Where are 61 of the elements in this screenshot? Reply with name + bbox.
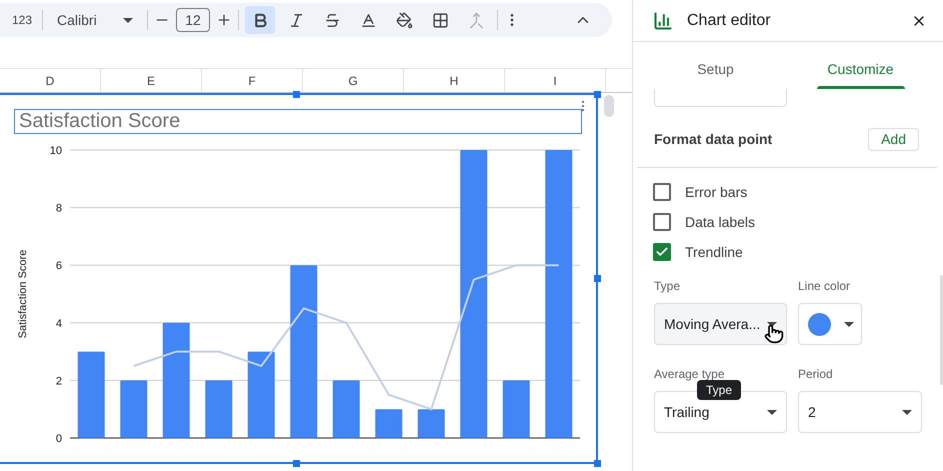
bar <box>120 380 148 438</box>
bar <box>332 380 360 438</box>
font-size-field[interactable]: 12 <box>176 8 210 32</box>
resize-handle[interactable] <box>293 91 300 98</box>
borders-icon <box>432 12 449 28</box>
merge-cells-icon <box>468 12 485 28</box>
bar <box>418 409 445 438</box>
caret-icon <box>767 410 777 414</box>
resize-handle[interactable] <box>594 275 601 282</box>
tab[interactable]: Setup <box>643 42 788 89</box>
checkmark-icon <box>655 245 669 259</box>
caret-icon <box>902 410 912 414</box>
fill-color-icon <box>396 12 413 28</box>
tab[interactable]: Customize <box>788 42 933 89</box>
text-color-icon <box>360 12 377 28</box>
y-axis-title: Satisfaction Score <box>17 250 29 338</box>
section-label: Format data point <box>654 130 772 149</box>
hand-cursor-icon <box>764 324 784 344</box>
checkbox[interactable] <box>653 183 671 201</box>
y-tick-label: 10 <box>50 145 62 157</box>
checkbox-option[interactable]: Trendline <box>653 243 923 261</box>
strikethrough-icon <box>324 12 341 28</box>
dropdown-select[interactable]: Moving Avera... <box>654 303 787 345</box>
bar <box>375 409 402 438</box>
dropdown-select[interactable]: 2 <box>798 391 922 433</box>
field-label: Average type <box>654 366 726 383</box>
field-label: Type <box>654 278 682 295</box>
caret-icon <box>767 322 777 326</box>
panel-title: Chart editor <box>687 10 771 30</box>
y-tick-label: 6 <box>56 260 62 272</box>
bold-button[interactable] <box>245 6 276 34</box>
tooltip: Type <box>697 380 742 400</box>
add-button[interactable]: Add <box>868 128 919 151</box>
y-tick-label: 8 <box>56 202 62 215</box>
column-header[interactable]: E <box>101 69 202 92</box>
checkbox-option[interactable]: Error bars <box>653 183 923 201</box>
number-format-button[interactable]: 123 <box>8 11 36 29</box>
column-header[interactable]: H <box>404 69 505 92</box>
color-select[interactable] <box>798 303 862 345</box>
bar <box>205 380 232 438</box>
column-header[interactable]: D <box>0 69 101 92</box>
scrollbar-thumb[interactable] <box>604 95 614 117</box>
caret-icon <box>844 322 854 326</box>
checkbox[interactable] <box>653 213 671 231</box>
field-label: Period <box>798 366 834 383</box>
resize-handle[interactable] <box>293 460 300 467</box>
checkbox-option[interactable]: Data labels <box>653 213 923 231</box>
chart-icon <box>653 10 673 30</box>
chart-title[interactable]: Satisfaction Score <box>14 109 582 134</box>
y-tick-label: 4 <box>56 318 62 330</box>
caret-icon <box>123 18 134 22</box>
field-label: Line color <box>798 278 852 295</box>
resize-handle[interactable] <box>594 460 601 467</box>
chart-frame[interactable]: Satisfaction Score 0 2 4 6 8 10 Satisfaction Score <box>0 93 598 464</box>
column-header[interactable]: G <box>303 69 404 92</box>
y-tick-label: 2 <box>56 375 62 388</box>
resize-handle[interactable] <box>594 91 601 98</box>
y-tick-label: 0 <box>56 433 62 445</box>
checkbox[interactable] <box>653 243 671 261</box>
bar <box>502 380 530 438</box>
font-select[interactable]: Calibri <box>49 10 142 30</box>
